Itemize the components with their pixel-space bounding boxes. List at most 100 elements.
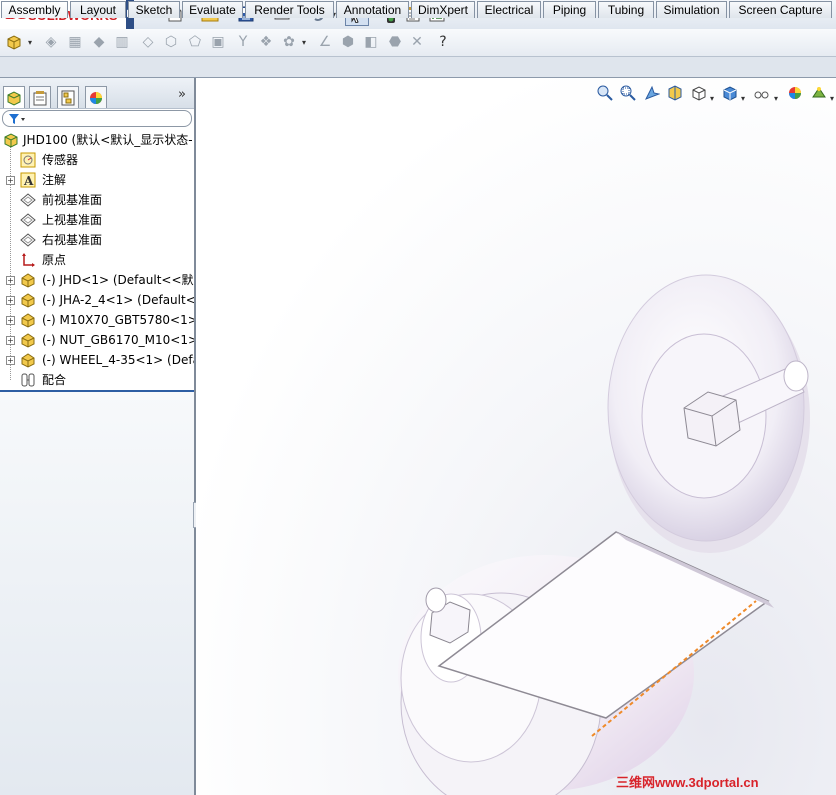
apply-scene-dropdown[interactable]: ▾ — [828, 89, 836, 107]
assembly-features-icon[interactable]: ⬡ — [162, 33, 180, 51]
tab-simulation[interactable]: Simulation — [656, 1, 727, 18]
heads-up-view-toolbar: ▾ ▾ ▾ ▾ — [596, 84, 836, 104]
expand-toggle[interactable]: + — [6, 276, 15, 285]
mate-icon[interactable]: ◈ — [42, 33, 60, 51]
reference-geometry-icon[interactable]: ⬠ — [186, 33, 204, 51]
configuration-manager-tab-icon[interactable] — [57, 86, 79, 108]
display-style-icon[interactable] — [721, 84, 739, 102]
edit-appearance-icon[interactable] — [786, 84, 804, 102]
feature-manager-empty-area — [0, 391, 194, 795]
tree-item-label: (-) M10X70_GBT5780<1> — [42, 313, 194, 327]
tab-annotation[interactable]: Annotation — [336, 1, 409, 18]
zoom-to-area-icon[interactable] — [619, 84, 637, 102]
feature-manager-tab-icon[interactable] — [3, 86, 25, 108]
annotation-icon: A — [20, 172, 36, 188]
tree-item-component[interactable]: + (-) M10X70_GBT5780<1> — [0, 310, 194, 330]
sensor-icon — [20, 152, 36, 168]
show-hidden-icon[interactable]: ◇ — [139, 33, 157, 51]
tab-screen-capture[interactable]: Screen Capture — [729, 1, 832, 18]
exploded-view-icon[interactable]: ❖ — [257, 33, 275, 51]
filter-icon — [9, 114, 25, 124]
tree-item-origin[interactable]: 原点 — [0, 250, 194, 270]
move-component-icon[interactable]: ▥ — [113, 33, 131, 51]
expand-toggle[interactable]: + — [6, 296, 15, 305]
tree-item-label: 原点 — [42, 253, 67, 267]
new-motion-study-icon[interactable]: ▣ — [209, 33, 227, 51]
tree-item-label: (-) JHD<1> (Default<<默认 — [42, 273, 194, 287]
tree-item-label: 注解 — [42, 173, 67, 187]
tree-root-label: JHD100 (默认<默认_显示状态- — [23, 133, 193, 147]
tree-item-annotations[interactable]: + A 注解 — [0, 170, 194, 190]
explode-line-sketch-icon[interactable]: ✿ — [280, 33, 298, 51]
explode-dropdown[interactable]: ▾ — [300, 33, 308, 51]
tree-item-mates[interactable]: 配合 — [0, 370, 194, 390]
tab-electrical[interactable]: Electrical — [477, 1, 541, 18]
property-manager-tab-icon[interactable] — [29, 86, 51, 108]
plane-icon — [20, 232, 36, 248]
tab-evaluate[interactable]: Evaluate — [182, 1, 243, 18]
tab-piping[interactable]: Piping — [543, 1, 596, 18]
view-orientation-icon[interactable] — [690, 84, 708, 102]
section-view-icon[interactable] — [666, 84, 684, 102]
tab-tubing[interactable]: Tubing — [598, 1, 654, 18]
expand-toggle[interactable]: + — [6, 176, 15, 185]
tab-render-tools[interactable]: Render Tools — [245, 1, 334, 18]
caster-wheel-model — [398, 274, 810, 795]
tree-item-component[interactable]: + (-) JHD<1> (Default<<默认 — [0, 270, 194, 290]
tree-item-front-plane[interactable]: 前视基准面 — [0, 190, 194, 210]
pivot-pin-end — [783, 360, 809, 392]
plane-icon — [20, 192, 36, 208]
expand-toggle[interactable]: + — [6, 356, 15, 365]
apply-scene-icon[interactable] — [810, 84, 828, 102]
tree-item-sensors[interactable]: 传感器 — [0, 150, 194, 170]
tree-item-label: 上视基准面 — [42, 213, 103, 227]
svg-text:A: A — [23, 174, 34, 188]
linear-pattern-icon[interactable]: ▦ — [66, 33, 84, 51]
expand-toggle[interactable]: + — [6, 336, 15, 345]
hole-alignment-icon[interactable]: ◧ — [362, 33, 380, 51]
display-style-dropdown[interactable]: ▾ — [739, 89, 747, 107]
mates-icon — [20, 372, 36, 388]
part-icon — [20, 332, 36, 348]
command-manager-tabs — [0, 57, 836, 78]
tab-assembly[interactable]: Assembly — [1, 1, 68, 18]
view-orientation-dropdown[interactable]: ▾ — [708, 89, 716, 107]
tree-item-right-plane[interactable]: 右视基准面 — [0, 230, 194, 250]
tree-item-label: (-) JHA-2_4<1> (Default<< — [42, 293, 194, 307]
part-icon — [20, 272, 36, 288]
site-watermark: 三维网www.3dportal.cn — [616, 775, 759, 790]
help-icon[interactable]: ? — [434, 33, 452, 51]
insert-components-icon[interactable] — [5, 33, 23, 51]
display-manager-tab-icon[interactable] — [85, 86, 107, 108]
clearance-icon[interactable]: ⬢ — [339, 33, 357, 51]
graphics-viewport[interactable] — [196, 78, 836, 795]
expand-toggle[interactable]: + — [6, 316, 15, 325]
tree-item-component[interactable]: + (-) JHA-2_4<1> (Default<< — [0, 290, 194, 310]
feature-tree-filter[interactable] — [2, 110, 192, 127]
tab-layout[interactable]: Layout — [70, 1, 126, 18]
interference-detection-icon[interactable]: ∠ — [316, 33, 334, 51]
tree-item-label: (-) WHEEL_4-35<1> (Defau — [42, 353, 194, 367]
zoom-to-fit-icon[interactable] — [596, 84, 614, 102]
tab-dimxpert[interactable]: DimXpert — [411, 1, 475, 18]
tree-root-assembly[interactable]: JHD100 (默认<默认_显示状态- — [0, 130, 194, 150]
hide-show-items-icon[interactable] — [753, 84, 771, 102]
tree-item-component[interactable]: + (-) NUT_GB6170_M10<1> — [0, 330, 194, 350]
tree-end-separator — [0, 390, 194, 392]
delete-icon[interactable]: ✕ — [408, 33, 426, 51]
expand-pane-chevron-icon[interactable]: » — [178, 87, 186, 102]
hexagon-tool-icon[interactable]: ⬣ — [386, 33, 404, 51]
insert-components-dropdown[interactable]: ▾ — [26, 33, 34, 51]
wheel-bolt-end — [425, 587, 447, 613]
tree-item-component[interactable]: + (-) WHEEL_4-35<1> (Defau — [0, 350, 194, 370]
bill-of-materials-icon[interactable]: Y — [234, 33, 252, 51]
tree-item-top-plane[interactable]: 上视基准面 — [0, 210, 194, 230]
hide-show-dropdown[interactable]: ▾ — [772, 89, 780, 107]
tree-item-label: 传感器 — [42, 153, 79, 167]
previous-view-icon[interactable] — [643, 84, 661, 102]
part-icon — [20, 292, 36, 308]
part-icon — [20, 352, 36, 368]
smart-fasteners-icon[interactable]: ◆ — [90, 33, 108, 51]
part-icon — [20, 312, 36, 328]
tab-sketch[interactable]: Sketch — [128, 1, 180, 18]
